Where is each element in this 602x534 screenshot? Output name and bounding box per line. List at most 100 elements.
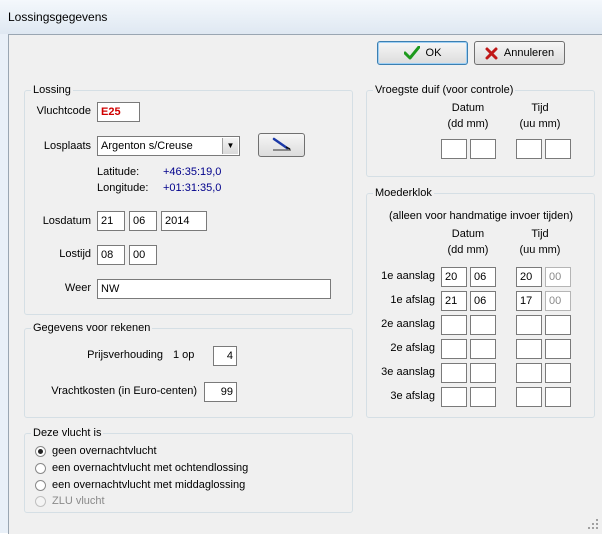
vroegste-min-field[interactable] [545, 139, 571, 159]
min-field[interactable] [545, 339, 571, 359]
checkmark-icon [403, 46, 420, 60]
pen-icon [271, 137, 293, 154]
dd-field[interactable] [441, 363, 467, 383]
moederklok-row: 2e afslag [367, 339, 596, 359]
vrachtkosten-label: Vrachtkosten (in Euro-centen) [51, 385, 197, 397]
min-field[interactable] [545, 363, 571, 383]
tijd-subheader: (uu mm) [519, 118, 561, 130]
moederklok-row: 3e aanslag [367, 363, 596, 383]
losplaats-select[interactable]: Argenton s/Creuse ▼ [97, 136, 240, 156]
window-title: Lossingsgegevens [8, 10, 108, 24]
losplaats-value: Argenton s/Creuse [101, 140, 193, 152]
lostijd-minute-field[interactable]: 00 [129, 245, 157, 265]
row-label: 1e aanslag [381, 270, 435, 282]
radio-button[interactable] [35, 446, 46, 457]
row-label: 3e afslag [390, 390, 435, 402]
mm-field[interactable]: 06 [470, 267, 496, 287]
vluchtcode-label: Vluchtcode [36, 105, 91, 117]
lossing-group: Lossing Vluchtcode E25 Losplaats Argento… [24, 84, 353, 315]
uu-field[interactable] [516, 339, 542, 359]
dd-field[interactable] [441, 387, 467, 407]
radio-geen-overnachtvlucht[interactable]: geen overnachtvlucht [35, 445, 335, 459]
moederklok-note: (alleen voor handmatige invoer tijden) [389, 210, 574, 222]
mm-field[interactable] [470, 387, 496, 407]
vroegste-mm-field[interactable] [470, 139, 496, 159]
moederklok-legend: Moederklok [373, 187, 434, 199]
radio-label: geen overnachtvlucht [52, 445, 157, 457]
mm-field[interactable]: 06 [470, 291, 496, 311]
rekenen-legend: Gegevens voor rekenen [31, 322, 153, 334]
cancel-button[interactable]: Annuleren [474, 41, 565, 65]
dd-field[interactable]: 21 [441, 291, 467, 311]
mm-field[interactable] [470, 339, 496, 359]
weer-label: Weer [64, 282, 91, 294]
ok-button[interactable]: OK [377, 41, 468, 65]
chevron-down-icon[interactable]: ▼ [222, 138, 238, 154]
longitude-value: +01:31:35,0 [163, 182, 222, 194]
datum-header: Datum [451, 228, 485, 240]
weer-field[interactable]: NW [97, 279, 331, 299]
mm-field[interactable] [470, 315, 496, 335]
radio-zlu-vlucht: ZLU vlucht [35, 495, 335, 509]
latitude-value: +46:35:19,0 [163, 166, 222, 178]
moederklok-row: 2e aanslag [367, 315, 596, 335]
dd-field[interactable] [441, 339, 467, 359]
rekenen-group: Gegevens voor rekenen Prijsverhouding 1 … [24, 322, 353, 418]
vroegste-duif-group: Vroegste duif (voor controle) Datum (dd … [366, 84, 595, 177]
dd-field[interactable] [441, 315, 467, 335]
tijd-header: Tijd [531, 228, 549, 240]
row-label: 2e afslag [390, 342, 435, 354]
radio-button[interactable] [35, 463, 46, 474]
resize-grip-icon[interactable] [587, 518, 599, 530]
dialog-window: Lossingsgegevens OK Annuleren Lossing Vl… [0, 0, 602, 534]
radio-label: een overnachtvlucht met ochtendlossing [52, 462, 249, 474]
vlucht-type-legend: Deze vlucht is [31, 427, 104, 439]
uu-field[interactable] [516, 387, 542, 407]
lostijd-label: Lostijd [59, 248, 91, 260]
vroegste-uu-field[interactable] [516, 139, 542, 159]
losdatum-day-field[interactable]: 21 [97, 211, 125, 231]
vroegste-duif-legend: Vroegste duif (voor controle) [373, 84, 516, 96]
prijsverhouding-field[interactable]: 4 [213, 346, 237, 366]
min-field[interactable] [545, 387, 571, 407]
prijsverhouding-op-label: 1 op [173, 349, 195, 361]
radio-middaglossing[interactable]: een overnachtvlucht met middaglossing [35, 479, 335, 493]
latitude-label: Latitude: [97, 166, 140, 178]
losplaats-label: Losplaats [43, 140, 91, 152]
radio-button [35, 496, 46, 507]
vluchtcode-field[interactable]: E25 [97, 102, 140, 122]
edit-losplaats-button[interactable] [258, 133, 305, 157]
tijd-header: Tijd [531, 102, 549, 114]
min-field[interactable]: 00 [545, 291, 571, 311]
longitude-label: Longitude: [97, 182, 149, 194]
radio-ochtendlossing[interactable]: een overnachtvlucht met ochtendlossing [35, 462, 335, 476]
close-icon [485, 47, 498, 60]
dd-field[interactable]: 20 [441, 267, 467, 287]
uu-field[interactable]: 20 [516, 267, 542, 287]
vlucht-type-group: Deze vlucht is geen overnachtvlucht een … [24, 427, 353, 513]
vrachtkosten-field[interactable]: 99 [204, 382, 237, 402]
row-label: 2e aanslag [381, 318, 435, 330]
uu-field[interactable] [516, 315, 542, 335]
min-field[interactable]: 00 [545, 267, 571, 287]
radio-label: ZLU vlucht [52, 495, 105, 507]
uu-field[interactable] [516, 363, 542, 383]
dialog-client-area: OK Annuleren Lossing Vluchtcode E25 Losp… [8, 34, 602, 534]
mm-field[interactable] [470, 363, 496, 383]
cancel-button-label: Annuleren [503, 47, 555, 59]
losdatum-month-field[interactable]: 06 [129, 211, 157, 231]
moederklok-group: Moederklok (alleen voor handmatige invoe… [366, 187, 596, 418]
moederklok-row: 3e afslag [367, 387, 596, 407]
vroegste-dd-field[interactable] [441, 139, 467, 159]
row-label: 1e afslag [390, 294, 435, 306]
datum-subheader: (dd mm) [447, 244, 489, 256]
losdatum-year-field[interactable]: 2014 [161, 211, 207, 231]
prijsverhouding-label: Prijsverhouding [87, 349, 163, 361]
losdatum-label: Losdatum [42, 215, 91, 227]
uu-field[interactable]: 17 [516, 291, 542, 311]
radio-button[interactable] [35, 480, 46, 491]
title-bar[interactable]: Lossingsgegevens [0, 0, 602, 34]
datum-subheader: (dd mm) [447, 118, 489, 130]
min-field[interactable] [545, 315, 571, 335]
lostijd-hour-field[interactable]: 08 [97, 245, 125, 265]
